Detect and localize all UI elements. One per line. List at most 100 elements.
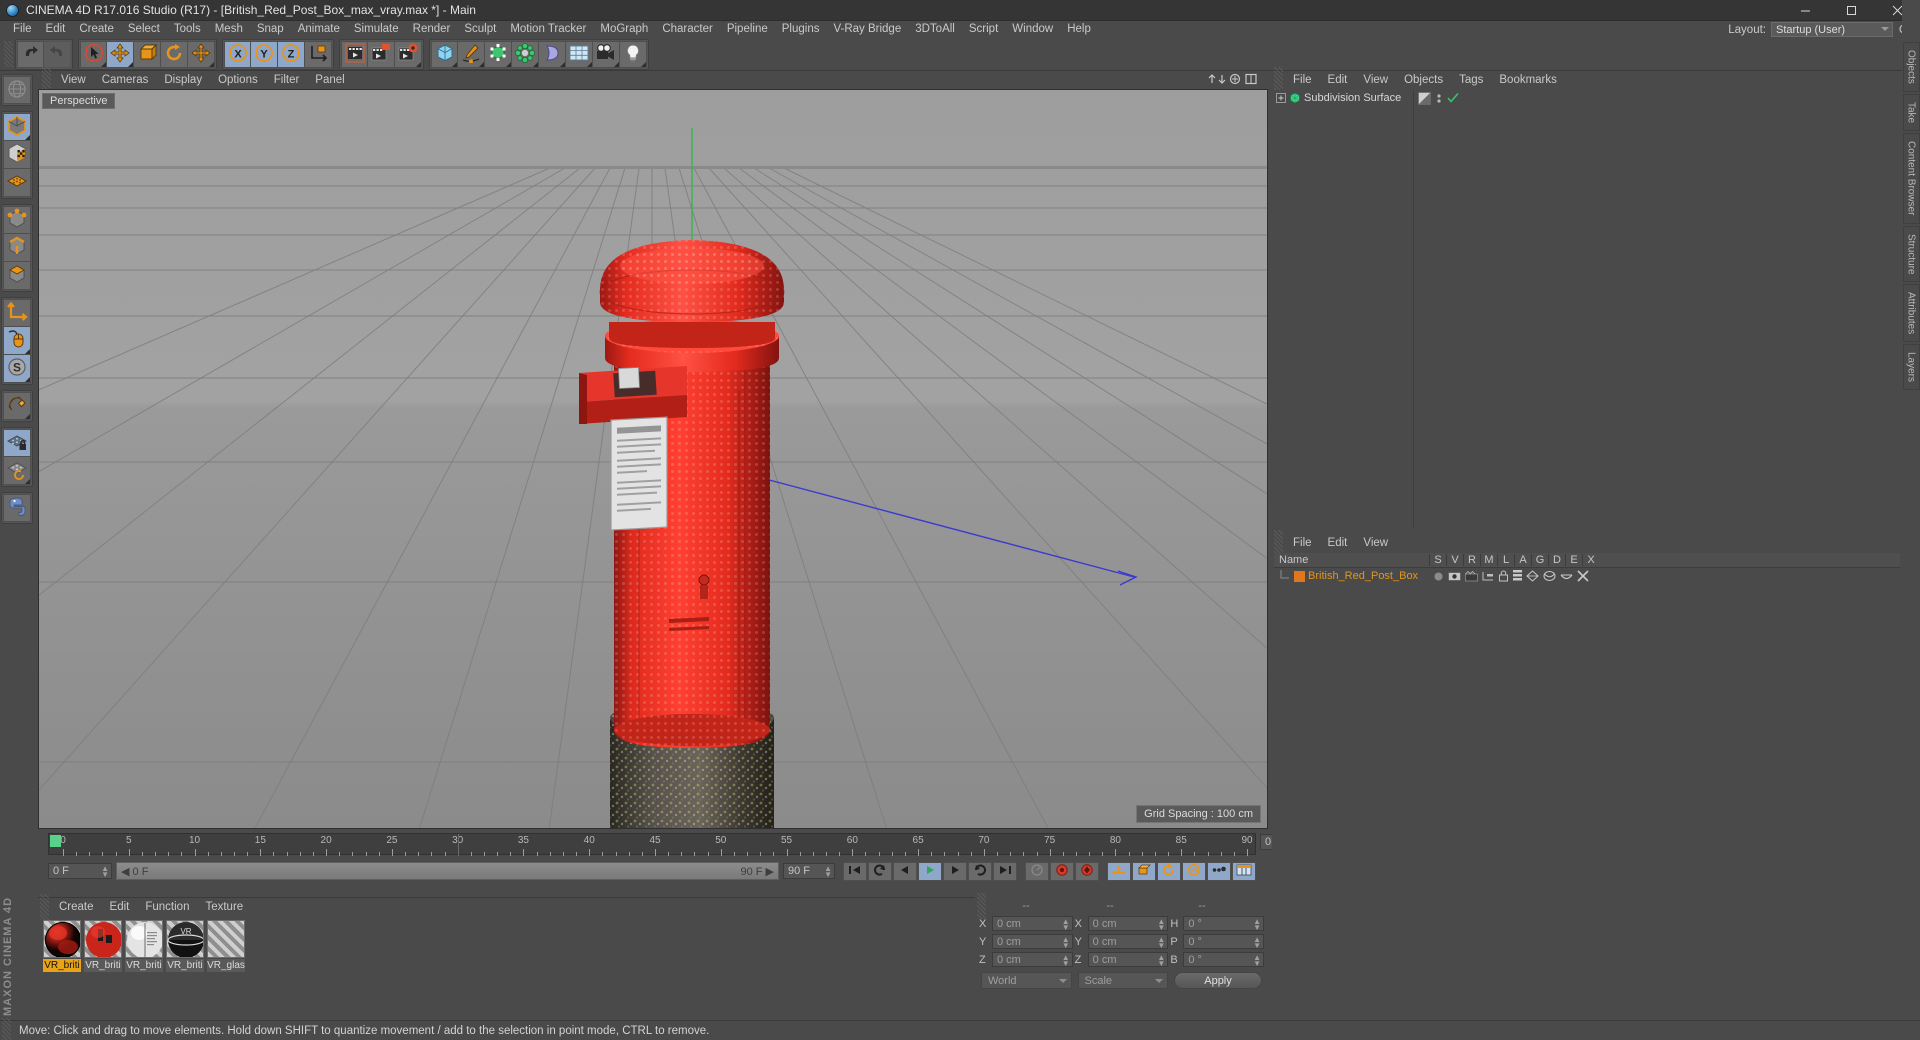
- layer-column-v[interactable]: V: [1446, 554, 1463, 566]
- layer-color-swatch[interactable]: [1294, 570, 1305, 582]
- lock-y-button[interactable]: Y: [251, 40, 278, 68]
- texture-mode-button[interactable]: [3, 141, 31, 169]
- lm-menu-edit[interactable]: Edit: [1320, 537, 1356, 549]
- button-menu-corner-icon[interactable]: [25, 479, 30, 484]
- viewport-3d[interactable]: Perspective Grid Spacing: 100 cm: [38, 89, 1268, 829]
- mograph-cloner-button[interactable]: [512, 40, 539, 68]
- cube-primitive-button[interactable]: [431, 40, 458, 68]
- menu-item-motion-tracker[interactable]: Motion Tracker: [503, 21, 593, 38]
- layer-column-x[interactable]: X: [1582, 554, 1599, 566]
- renderable-clapper-icon[interactable]: [1465, 570, 1478, 582]
- menu-item-script[interactable]: Script: [962, 21, 1005, 38]
- material-menu-texture[interactable]: Texture: [197, 901, 251, 913]
- material-name[interactable]: VR_briti: [84, 959, 122, 972]
- solo-dot-icon[interactable]: [1433, 571, 1444, 582]
- layer-column-d[interactable]: D: [1548, 554, 1565, 566]
- camera-button[interactable]: [593, 40, 620, 68]
- select-live-button[interactable]: [80, 40, 107, 68]
- workplane-mode-button[interactable]: [3, 169, 31, 197]
- viewport-menu-panel[interactable]: Panel: [307, 74, 352, 86]
- material-thumbnail-white-sphere[interactable]: [125, 920, 163, 958]
- layout-dropdown[interactable]: Startup (User): [1771, 22, 1893, 37]
- button-menu-corner-icon[interactable]: [560, 61, 565, 67]
- button-menu-corner-icon[interactable]: [209, 61, 214, 67]
- spinner-icon[interactable]: ▲▼: [1157, 918, 1165, 932]
- scene-floor-button[interactable]: [566, 40, 593, 68]
- visible-eye-icon[interactable]: [1448, 571, 1461, 582]
- layer-column-g[interactable]: G: [1531, 554, 1548, 566]
- loop-button[interactable]: [968, 861, 992, 881]
- timeline-ruler[interactable]: 051015202530354045505560657075808590: [48, 833, 1256, 856]
- menu-item-window[interactable]: Window: [1005, 21, 1060, 38]
- button-menu-corner-icon[interactable]: [641, 61, 646, 67]
- lm-menu-view[interactable]: View: [1355, 537, 1396, 549]
- menu-item-plugins[interactable]: Plugins: [775, 21, 827, 38]
- viewport-menu-filter[interactable]: Filter: [266, 74, 308, 86]
- material-item[interactable]: VR VR_briti: [166, 920, 204, 972]
- menu-item-help[interactable]: Help: [1060, 21, 1098, 38]
- enable-axis-mouse-button[interactable]: [3, 327, 31, 355]
- material-name[interactable]: VR_briti: [166, 959, 204, 972]
- button-menu-corner-icon[interactable]: [101, 61, 106, 67]
- model-mode-button[interactable]: [3, 113, 31, 141]
- phong-tag-icon[interactable]: [1418, 91, 1431, 105]
- material-thumbnail-red-dark-sphere[interactable]: [43, 920, 81, 958]
- move-button[interactable]: [107, 40, 134, 68]
- material-menu-edit[interactable]: Edit: [102, 901, 138, 913]
- menu-item-file[interactable]: File: [6, 21, 39, 38]
- move-dup-button[interactable]: [188, 40, 215, 68]
- object-axis-button[interactable]: [3, 299, 31, 327]
- layer-column-m[interactable]: M: [1480, 554, 1497, 566]
- maximize-icon[interactable]: [1828, 0, 1874, 21]
- button-menu-corner-icon[interactable]: [452, 61, 457, 67]
- edge-mode-button[interactable]: [3, 234, 31, 262]
- manager-icon[interactable]: [1482, 571, 1494, 582]
- menu-item-tools[interactable]: Tools: [167, 21, 208, 38]
- spinner-icon[interactable]: ▲▼: [824, 865, 832, 879]
- spinner-icon[interactable]: ▲▼: [1253, 936, 1261, 950]
- material-menu-create[interactable]: Create: [51, 901, 102, 913]
- frame-back-loop-button[interactable]: [868, 861, 892, 881]
- goto-start-button[interactable]: [843, 861, 867, 881]
- material-name[interactable]: VR_briti: [43, 959, 81, 972]
- button-menu-corner-icon[interactable]: [25, 349, 30, 354]
- soft-selection-button[interactable]: S: [3, 355, 31, 383]
- redo-button[interactable]: [44, 40, 71, 68]
- key-rotation-button[interactable]: [1157, 861, 1181, 881]
- coord-position-y-field[interactable]: 0 cm ▲ ▼: [992, 934, 1073, 950]
- layer-column-r[interactable]: R: [1463, 554, 1480, 566]
- om-menu-edit[interactable]: Edit: [1320, 74, 1356, 86]
- layer-column-a[interactable]: A: [1514, 554, 1531, 566]
- play-forward-button[interactable]: [918, 861, 942, 881]
- rotate-button[interactable]: [161, 40, 188, 68]
- panel-grip-icon[interactable]: [1274, 66, 1283, 93]
- play-back-button[interactable]: [893, 861, 917, 881]
- point-mode-button[interactable]: [3, 206, 31, 234]
- menu-item-create[interactable]: Create: [72, 21, 121, 38]
- menu-item-edit[interactable]: Edit: [39, 21, 73, 38]
- menu-item-mograph[interactable]: MoGraph: [593, 21, 655, 38]
- material-thumbnail-empty-checker[interactable]: [207, 920, 245, 958]
- workplane-lock-button[interactable]: [3, 429, 31, 457]
- button-menu-corner-icon[interactable]: [479, 61, 484, 67]
- spinner-icon[interactable]: ▲▼: [1062, 936, 1070, 950]
- visibility-dots-icon[interactable]: [1436, 92, 1442, 105]
- menu-item-sculpt[interactable]: Sculpt: [457, 21, 503, 38]
- deformer-icon[interactable]: [1543, 570, 1556, 582]
- world-object-axis-button[interactable]: [305, 40, 332, 68]
- menu-item-animate[interactable]: Animate: [291, 21, 347, 38]
- timeline-range-slider[interactable]: ◀ 0 F 90 F ▶: [116, 862, 779, 880]
- button-menu-corner-icon[interactable]: [533, 61, 538, 67]
- layer-row[interactable]: British_Red_Post_Box: [1274, 568, 1900, 584]
- coord-mode-dropdown[interactable]: Scale: [1077, 972, 1168, 989]
- panel-grip-icon[interactable]: [977, 892, 986, 919]
- panel-grip-icon[interactable]: [2, 1017, 11, 1040]
- python-button[interactable]: [3, 494, 31, 522]
- coord-rotation-h-field[interactable]: 0 ° ▲ ▼: [1183, 916, 1265, 932]
- animation-bars-icon[interactable]: [1513, 570, 1522, 582]
- key-pla-button[interactable]: [1207, 861, 1231, 881]
- button-menu-corner-icon[interactable]: [587, 61, 592, 67]
- lm-menu-file[interactable]: File: [1285, 537, 1320, 549]
- om-menu-objects[interactable]: Objects: [1396, 74, 1451, 86]
- layer-name-cell[interactable]: British_Red_Post_Box: [1274, 570, 1429, 582]
